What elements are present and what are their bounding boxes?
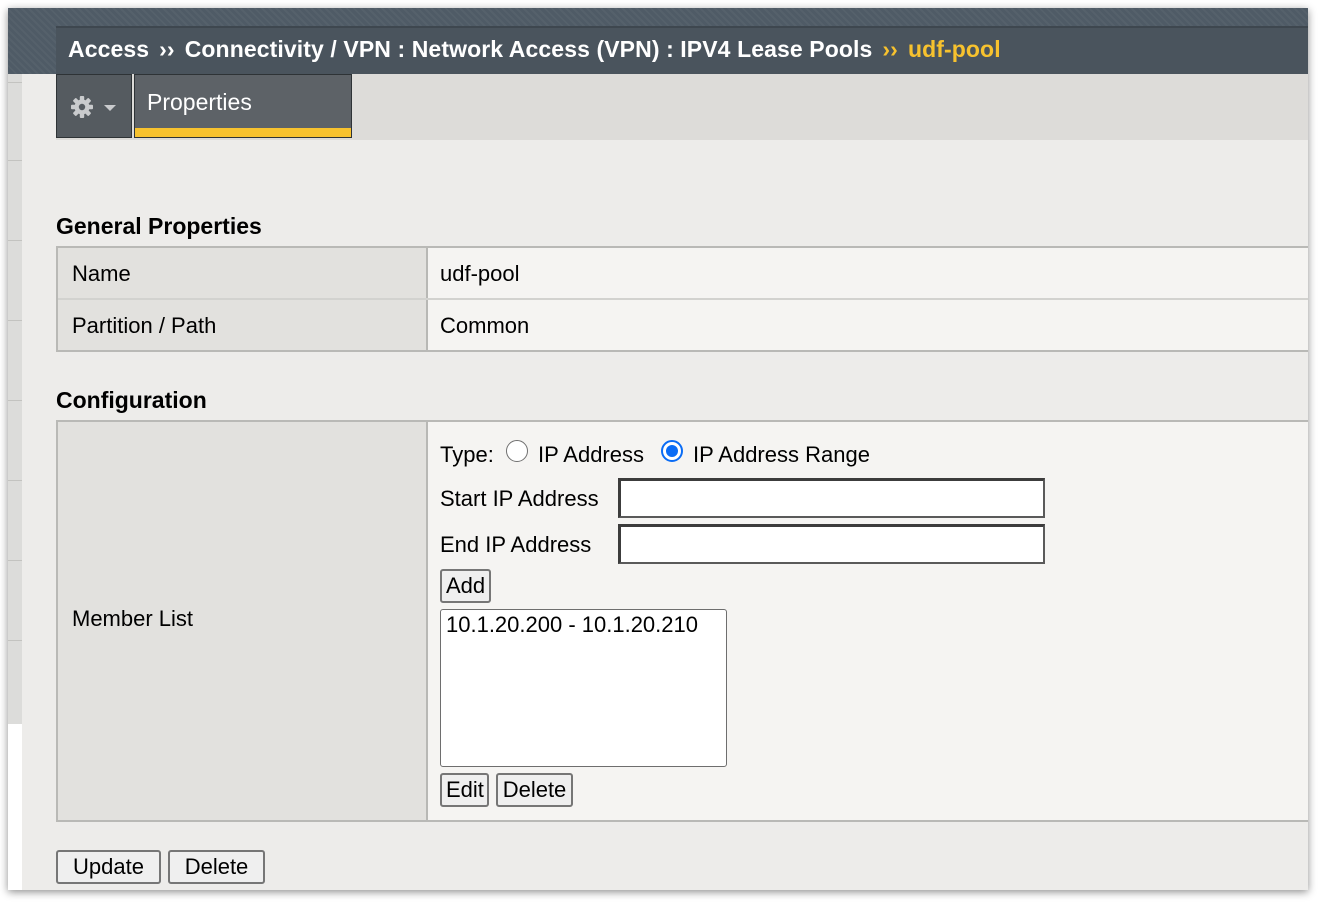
configuration-title: Configuration: [56, 387, 207, 413]
gear-icon: [71, 96, 116, 118]
gear-menu-button[interactable]: [56, 74, 132, 138]
tab-properties[interactable]: Properties: [134, 74, 352, 138]
edit-member-button[interactable]: Edit: [440, 773, 489, 807]
member-list-item[interactable]: 10.1.20.200 - 10.1.20.210: [446, 612, 698, 638]
delete-member-button[interactable]: Delete: [496, 773, 573, 807]
member-listbox[interactable]: 10.1.20.200 - 10.1.20.210: [440, 609, 727, 767]
active-tab-indicator: [135, 128, 351, 137]
breadcrumb-item-lease-pools[interactable]: Connectivity / VPN : Network Access (VPN…: [185, 36, 873, 62]
type-option-ip-address[interactable]: IP Address: [538, 442, 644, 468]
start-ip-input[interactable]: [618, 478, 1045, 518]
property-row-name: Name udf-pool: [56, 248, 1308, 298]
chevron-down-icon: [104, 105, 116, 111]
add-member-button[interactable]: Add: [440, 569, 491, 603]
breadcrumb-separator: ››: [159, 36, 175, 62]
breadcrumb-separator: ››: [882, 36, 898, 62]
delete-button[interactable]: Delete: [168, 850, 265, 884]
type-label: Type:: [440, 442, 494, 467]
property-label: Name: [72, 261, 131, 286]
member-list-label: Member List: [72, 606, 194, 631]
app-window: Access ›› Connectivity / VPN : Network Acc…: [8, 8, 1308, 890]
type-radio-ip-address-range[interactable]: [661, 440, 683, 462]
property-value-partition: Common: [440, 313, 530, 338]
type-option-ip-address-range[interactable]: IP Address Range: [693, 442, 870, 468]
property-value-name: udf-pool: [440, 261, 520, 286]
type-radio-ip-address[interactable]: [506, 440, 528, 462]
property-row-partition: Partition / Path Common: [56, 300, 1308, 350]
general-properties-title: General Properties: [56, 213, 262, 239]
update-button[interactable]: Update: [56, 850, 161, 884]
breadcrumb: Access ›› Connectivity / VPN : Network Acc…: [68, 36, 1001, 63]
left-nav-strip: [8, 74, 22, 724]
end-ip-input[interactable]: [618, 524, 1045, 564]
end-ip-label: End IP Address: [440, 532, 592, 557]
property-label: Partition / Path: [72, 313, 217, 338]
tab-bar: Properties: [56, 74, 1308, 140]
tab-properties-label: Properties: [147, 89, 252, 115]
left-nav-strip-lower: [8, 724, 22, 890]
start-ip-label: Start IP Address: [440, 486, 599, 511]
breadcrumb-current: udf-pool: [907, 36, 1001, 62]
breadcrumb-item-access[interactable]: Access: [68, 36, 149, 62]
